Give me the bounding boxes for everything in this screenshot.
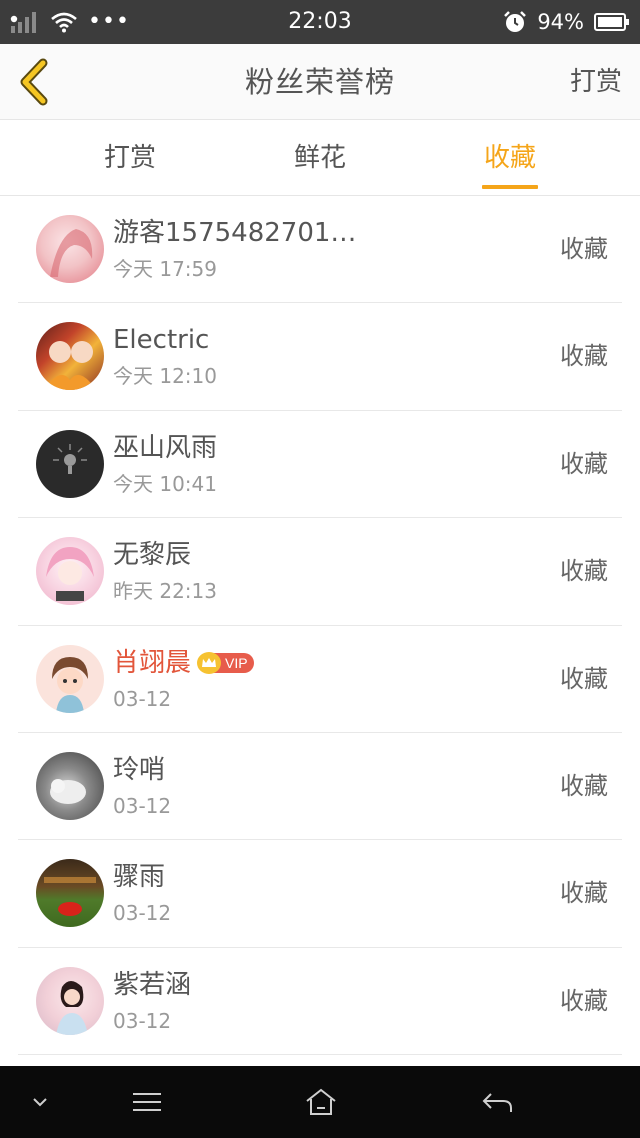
avatar [36, 215, 104, 283]
list-item[interactable]: Electric 今天 12:10 收藏 [18, 303, 622, 411]
menu-icon [133, 1093, 161, 1111]
action-label: 收藏 [560, 664, 608, 693]
avatar [36, 751, 104, 820]
timestamp: 03-12 [113, 1008, 172, 1033]
user-name: 玲哨 [113, 754, 166, 785]
timestamp: 昨天 22:13 [113, 579, 217, 604]
timestamp: 今天 12:10 [113, 364, 217, 389]
tab-bar: 打赏 鲜花 收藏 [0, 120, 640, 196]
user-name: 紫若涵 [113, 969, 192, 1000]
alarm-icon [504, 11, 527, 32]
action-label: 收藏 [560, 342, 608, 371]
battery-icon [594, 13, 629, 31]
list-item[interactable]: 游客1575482701… 今天 17:59 收藏 [18, 196, 622, 304]
nav-collapse-button[interactable] [20, 1066, 60, 1138]
header-bar: 粉丝荣誉榜 打赏 [0, 44, 640, 120]
list-item[interactable]: 巫山风雨 今天 10:41 收藏 [18, 411, 622, 519]
timestamp: 今天 17:59 [113, 257, 217, 281]
status-right: 94% [503, 8, 630, 36]
tab-label: 收藏 [483, 143, 536, 173]
user-name-vip: 肖翊晨 VIP [113, 646, 254, 680]
tab-flowers[interactable]: 鲜花 [260, 120, 380, 196]
avatar [36, 966, 104, 1035]
back-arrow-icon [482, 1093, 512, 1112]
avatar [36, 429, 104, 498]
action-label: 收藏 [560, 557, 608, 586]
action-label: 收藏 [560, 235, 608, 263]
timestamp: 03-12 [113, 686, 172, 711]
list-item[interactable]: 紫若涵 03-12 收藏 [18, 948, 622, 1056]
tab-active-indicator [482, 185, 538, 189]
user-name: 巫山风雨 [113, 432, 218, 463]
list-item[interactable]: 骤雨 03-12 收藏 [18, 840, 622, 948]
avatar [36, 859, 104, 928]
action-label: 收藏 [560, 986, 608, 1015]
vip-badge: VIP [197, 651, 254, 674]
list-item[interactable]: 肖翊晨 VIP 03-12 收藏 [18, 626, 622, 733]
avatar [36, 644, 104, 713]
tab-label: 鲜花 [293, 143, 346, 173]
chevron-down-icon [33, 1098, 47, 1107]
list-item[interactable]: 无黎辰 昨天 22:13 收藏 [18, 518, 622, 626]
action-label: 收藏 [560, 449, 608, 478]
page-title: 粉丝荣誉榜 [244, 65, 395, 99]
status-bar: ••• 22:03 94% [0, 0, 640, 44]
system-nav-bar [0, 1066, 640, 1138]
user-name: Electric [113, 325, 210, 356]
action-label: 收藏 [560, 771, 608, 800]
nav-back-button[interactable] [470, 1066, 524, 1138]
user-name: 骤雨 [113, 862, 166, 893]
avatar [36, 322, 104, 391]
avatar [36, 537, 104, 606]
list-item[interactable]: 玲哨 03-12 收藏 [18, 733, 622, 841]
nav-menu-button[interactable] [120, 1066, 174, 1138]
action-label: 收藏 [560, 879, 608, 908]
timestamp: 03-12 [113, 901, 172, 926]
home-icon [306, 1088, 336, 1115]
tab-favorites[interactable]: 收藏 [450, 120, 570, 196]
tab-label: 打赏 [103, 143, 156, 173]
timestamp: 今天 10:41 [113, 471, 217, 496]
user-name: 无黎辰 [113, 540, 192, 571]
fan-list: 游客1575482701… 今天 17:59 收藏 Electric 今天 12… [0, 196, 640, 1056]
user-name: 肖翊晨 [113, 647, 192, 678]
crown-icon [197, 651, 222, 674]
user-name: 游客1575482701… [113, 218, 357, 248]
nav-home-button[interactable] [294, 1066, 348, 1138]
timestamp: 03-12 [113, 793, 172, 818]
battery-percent: 94% [537, 10, 584, 34]
tip-button[interactable]: 打赏 [570, 44, 622, 120]
tab-tip[interactable]: 打赏 [70, 120, 190, 196]
